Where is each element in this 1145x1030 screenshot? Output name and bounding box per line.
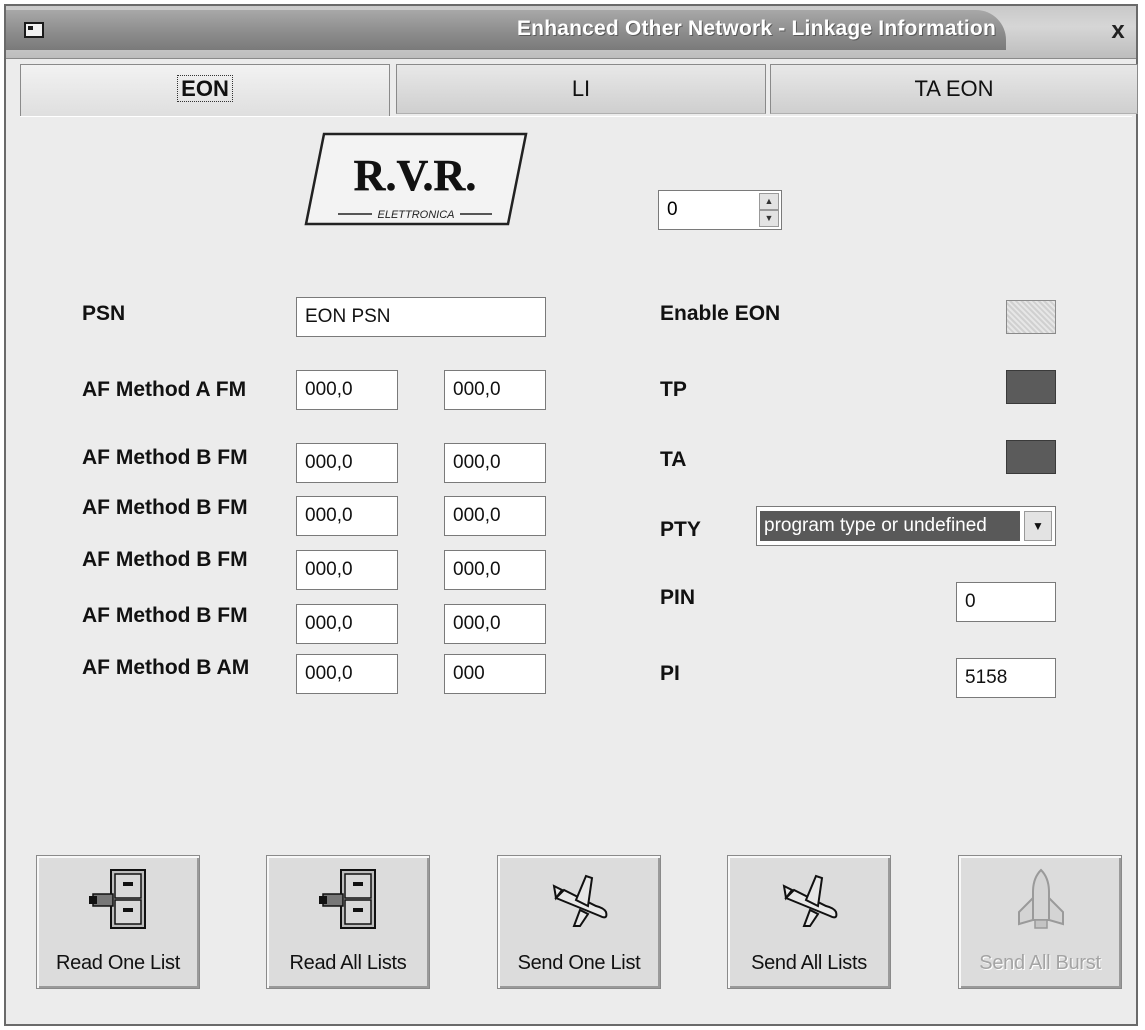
af-value-2[interactable] xyxy=(444,370,546,410)
tab-ta-eon[interactable]: TA EON xyxy=(770,64,1138,114)
af-value-1[interactable] xyxy=(296,370,398,410)
af-value-1[interactable] xyxy=(296,496,398,536)
spin-up-button[interactable]: ▲ xyxy=(759,193,779,210)
af-row-label: AF Method B AM xyxy=(82,656,250,679)
window-app-icon[interactable] xyxy=(24,22,44,38)
space-shuttle-icon xyxy=(1018,868,1064,929)
ta-checkbox[interactable] xyxy=(1006,440,1056,474)
af-value-2[interactable] xyxy=(444,654,546,694)
logo-subtitle: ELETTRONICA xyxy=(377,209,454,221)
enable-eon-label: Enable EON xyxy=(660,302,781,325)
read-all-lists-label: Read All Lists xyxy=(289,952,407,974)
pty-label: PTY xyxy=(660,518,701,541)
af-row-label: AF Method B FM xyxy=(82,446,248,469)
tab-strip: EON LI TA EON xyxy=(20,64,1138,118)
spinner-buttons: ▲ ▼ xyxy=(759,193,779,227)
eon-index-input[interactable] xyxy=(659,191,755,229)
airplane-icon xyxy=(782,874,838,927)
send-all-burst-label: Send All Burst xyxy=(979,952,1101,974)
read-all-lists-button[interactable]: Read All Lists xyxy=(266,855,430,989)
tab-eon[interactable]: EON xyxy=(20,64,390,118)
eon-index-spinner: ▲ ▼ xyxy=(658,190,782,230)
send-all-burst-button[interactable]: Send All Burst xyxy=(958,855,1122,989)
af-value-2[interactable] xyxy=(444,496,546,536)
tp-label: TP xyxy=(660,378,687,401)
rvr-logo: R.V.R. ELETTRONICA xyxy=(304,132,528,226)
file-cabinet-icon xyxy=(89,869,146,929)
pty-selected-value: program type or undefined xyxy=(760,511,1020,541)
af-value-1[interactable] xyxy=(296,604,398,644)
psn-label: PSN xyxy=(82,302,126,325)
spin-down-button[interactable]: ▼ xyxy=(759,210,779,227)
pin-label: PIN xyxy=(660,586,696,609)
af-value-2[interactable] xyxy=(444,443,546,483)
arrow-down-icon: ▼ xyxy=(764,213,774,223)
tp-checkbox[interactable] xyxy=(1006,370,1056,404)
arrow-up-icon: ▲ xyxy=(764,196,774,206)
file-cabinet-icon xyxy=(319,869,376,929)
pi-label: PI xyxy=(660,662,680,685)
dropdown-arrow-icon[interactable]: ▼ xyxy=(1024,511,1052,541)
af-value-1[interactable] xyxy=(296,654,398,694)
af-row-label: AF Method B FM xyxy=(82,604,248,627)
send-one-list-button[interactable]: Send One List xyxy=(497,855,661,989)
send-one-list-label: Send One List xyxy=(517,952,641,974)
enable-eon-checkbox[interactable] xyxy=(1006,300,1056,334)
ta-label: TA xyxy=(660,448,687,471)
send-all-lists-label: Send All Lists xyxy=(751,952,867,974)
af-row-label: AF Method B FM xyxy=(82,548,248,571)
read-one-list-label: Read One List xyxy=(56,952,180,974)
logo-text: R.V.R. xyxy=(354,151,477,200)
af-value-1[interactable] xyxy=(296,550,398,590)
title-bar[interactable]: Enhanced Other Network - Linkage Informa… xyxy=(6,6,1136,59)
send-all-lists-button[interactable]: Send All Lists xyxy=(727,855,891,989)
af-value-1[interactable] xyxy=(296,443,398,483)
read-one-list-button[interactable]: Read One List xyxy=(36,855,200,989)
tab-eon-label: EON xyxy=(177,75,233,102)
pi-input[interactable] xyxy=(956,658,1056,698)
pin-input[interactable] xyxy=(956,582,1056,622)
af-row-label: AF Method B FM xyxy=(82,496,248,519)
window-title: Enhanced Other Network - Linkage Informa… xyxy=(516,17,996,40)
close-button[interactable]: x xyxy=(1106,19,1130,44)
psn-input[interactable] xyxy=(296,297,546,337)
pty-dropdown[interactable]: program type or undefined ▼ xyxy=(756,506,1056,546)
af-value-2[interactable] xyxy=(444,604,546,644)
tab-li[interactable]: LI xyxy=(396,64,766,114)
af-row-label: AF Method A FM xyxy=(82,378,247,401)
af-value-2[interactable] xyxy=(444,550,546,590)
airplane-icon xyxy=(552,874,608,927)
